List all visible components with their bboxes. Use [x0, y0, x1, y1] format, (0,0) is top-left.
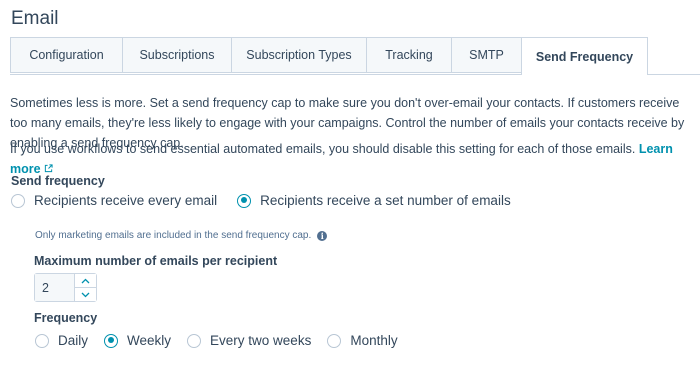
tab-subscriptions[interactable]: Subscriptions	[122, 37, 231, 73]
increment-button[interactable]	[75, 274, 96, 287]
radio-daily-label: Daily	[58, 333, 89, 348]
page-title: Email	[11, 8, 59, 29]
workflow-note: If you use workflows to send essential a…	[10, 139, 694, 179]
radio-every-email-label: Recipients receive every email	[34, 193, 218, 208]
hint-text: Only marketing emails are included in th…	[35, 230, 312, 241]
radio-weekly-label: Weekly	[127, 333, 172, 348]
radio-button[interactable]	[11, 193, 25, 208]
radio-button-selected[interactable]	[104, 333, 119, 348]
frequency-cap-hint: Only marketing emails are included in th…	[35, 230, 328, 241]
workflow-note-text: If you use workflows to send essential a…	[10, 142, 636, 156]
chevron-down-icon	[81, 292, 90, 297]
frequency-options: Daily Weekly Every two weeks Monthly	[35, 333, 398, 348]
radio-monthly-label: Monthly	[350, 333, 398, 348]
max-emails-input[interactable]: 2	[35, 274, 74, 301]
radio-set-number[interactable]: Recipients receive a set number of email…	[237, 193, 511, 208]
tab-configuration[interactable]: Configuration	[10, 37, 122, 73]
external-link-icon	[44, 164, 53, 173]
radio-every-two-weeks[interactable]: Every two weeks	[187, 333, 311, 348]
info-icon[interactable]: i	[317, 230, 328, 241]
tab-smtp[interactable]: SMTP	[451, 37, 522, 73]
radio-button-selected[interactable]	[237, 193, 252, 208]
max-emails-stepper[interactable]: 2	[34, 273, 97, 302]
tab-send-frequency[interactable]: Send Frequency	[521, 37, 648, 75]
radio-daily[interactable]: Daily	[35, 333, 88, 348]
send-frequency-label: Send frequency	[11, 174, 105, 188]
tab-tracking[interactable]: Tracking	[366, 37, 451, 73]
radio-button[interactable]	[327, 333, 342, 348]
max-emails-label: Maximum number of emails per recipient	[34, 254, 278, 268]
frequency-label: Frequency	[34, 311, 98, 325]
radio-set-number-label: Recipients receive a set number of email…	[260, 193, 511, 208]
radio-monthly[interactable]: Monthly	[327, 333, 398, 348]
radio-button[interactable]	[187, 333, 202, 348]
radio-button[interactable]	[35, 333, 49, 348]
radio-every-two-weeks-label: Every two weeks	[210, 333, 312, 348]
radio-every-email[interactable]: Recipients receive every email	[11, 193, 217, 208]
radio-weekly[interactable]: Weekly	[104, 333, 171, 348]
send-frequency-options: Recipients receive every email Recipient…	[11, 193, 511, 208]
settings-tabs: Configuration Subscriptions Subscription…	[10, 37, 700, 75]
tab-subscription-types[interactable]: Subscription Types	[231, 37, 366, 73]
chevron-up-icon	[81, 278, 90, 283]
decrement-button[interactable]	[75, 287, 96, 301]
